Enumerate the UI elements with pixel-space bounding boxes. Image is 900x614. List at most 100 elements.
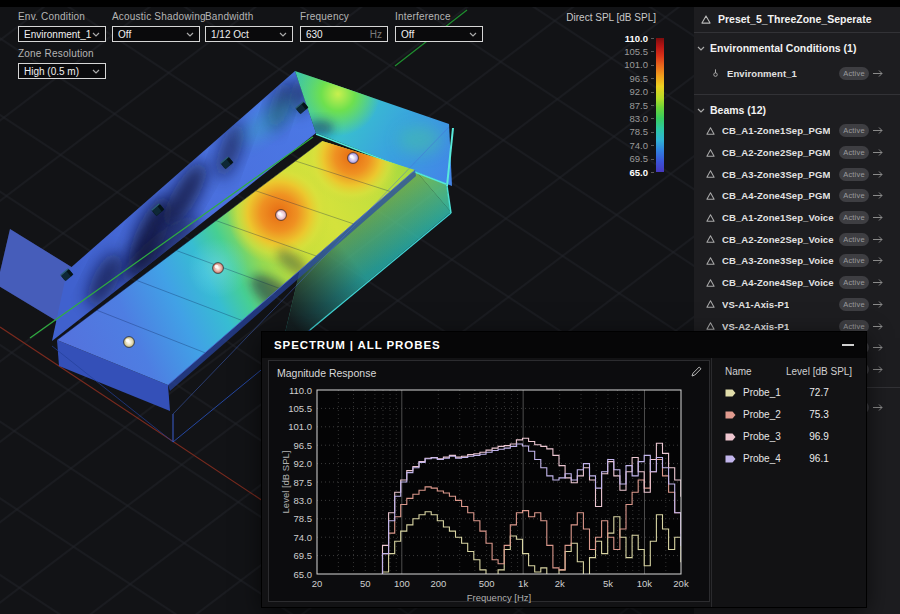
probe-row[interactable]: Probe_4 96.1 [712,448,866,470]
sidebar-item[interactable]: CB_A4-Zone4Sep_PGMActive [694,185,900,207]
sidebar-item[interactable]: VS-A1-Axis-P1Active [694,294,900,316]
active-badge[interactable]: Active [839,211,869,224]
active-badge[interactable]: Active [839,124,869,137]
beam-icon [706,322,715,330]
arrow-right-icon[interactable] [873,365,884,374]
spectrum-panel-titlebar[interactable]: SPECTRUM | ALL PROBES [262,332,866,358]
active-badge[interactable]: Active [839,276,869,289]
edit-icon[interactable] [691,366,702,377]
arrow-right-icon[interactable] [873,322,884,331]
probe-row[interactable]: Probe_3 96.9 [712,426,866,448]
svg-text:83.0: 83.0 [294,495,313,506]
active-badge[interactable]: Active [839,67,869,80]
arrow-right-icon[interactable] [873,191,884,200]
svg-text:74.0: 74.0 [294,532,313,543]
chevron-down-icon [92,32,100,37]
active-badge[interactable]: Active [839,168,869,181]
svg-text:5k: 5k [603,578,613,589]
arrow-right-icon[interactable] [873,256,884,265]
toolbar: Env. Condition Environment_1 Acoustic Sh… [0,11,560,101]
active-badge[interactable]: Active [839,254,869,267]
svg-text:105.5: 105.5 [288,403,312,414]
minimize-icon[interactable] [842,344,854,346]
sidebar-item[interactable]: CB_A1-Zone1Sep_VoiceActive [694,207,900,229]
zone-resolution-label: Zone Resolution [18,48,106,59]
sidebar-item[interactable]: CB_A2-Zone2Sep_VoiceActive [694,228,900,250]
color-scale-tickmark [651,65,654,66]
acoustic-shadowing-field: Acoustic Shadowing Off [112,11,206,42]
arrow-right-icon[interactable] [873,300,884,309]
probe-flag-icon [725,411,736,419]
svg-text:20: 20 [312,578,323,589]
arrow-right-icon[interactable] [873,213,884,222]
probe-name: Probe_1 [743,387,781,398]
sidebar-item[interactable]: CB_A2-Zone2Sep_PGMActive [694,142,900,164]
env-condition-label: Env. Condition [18,11,106,22]
environment-icon [711,69,720,77]
arrow-right-icon[interactable] [873,235,884,244]
color-scale-tick: 92.0 [578,86,648,97]
arrow-right-icon[interactable] [873,126,884,135]
arrow-right-icon[interactable] [873,403,884,412]
active-badge[interactable]: Active [839,146,869,159]
probe-row[interactable]: Probe_1 72.7 [712,382,866,404]
chevron-down-icon [697,108,705,113]
probe-flag-icon [725,433,736,441]
color-scale-tickmark [651,51,654,52]
svg-text:10k: 10k [637,578,653,589]
color-scale-tick: 110.0 [578,33,648,44]
svg-text:Level [dB SPL]: Level [dB SPL] [280,451,291,514]
beam-icon [706,170,715,178]
active-badge[interactable]: Active [839,298,869,311]
sidebar-item[interactable]: CB_A1-Zone1Sep_PGMActive [694,120,900,142]
probe-name: Probe_2 [743,409,781,420]
bandwidth-select[interactable]: 1/12 Oct [205,26,293,42]
probe-level: 75.3 [786,409,852,420]
zone-resolution-select[interactable]: High (0.5 m) [18,63,106,79]
beam-icon [706,235,715,243]
interference-field: Interference Off [395,11,483,42]
color-scale-tick: 78.5 [578,126,648,137]
preset-icon [701,15,711,24]
arrow-right-icon[interactable] [873,170,884,179]
arrow-right-icon[interactable] [873,69,884,78]
section-beams[interactable]: Beams (12) [694,95,900,116]
probe-row[interactable]: Probe_2 75.3 [712,404,866,426]
svg-text:500: 500 [479,578,495,589]
env-condition-select[interactable]: Environment_1 [18,26,106,42]
section-environmental-conditions[interactable]: Environmental Conditions (1) [694,33,900,54]
probe-marker-1 [124,337,135,348]
spectrum-panel: SPECTRUM | ALL PROBES Magnitude Response… [262,332,866,607]
sidebar-item[interactable]: CB_A3-Zone3Sep_VoiceActive [694,250,900,272]
chart-subtitle: Magnitude Response [277,367,376,379]
probe-table: Name Level [dB SPL] Probe_1 72.7 Probe_2… [711,358,866,607]
sidebar-item[interactable]: Environment_1Active [694,62,900,84]
frequency-input[interactable]: 630 Hz [300,26,388,42]
sidebar-item[interactable]: CB_A3-Zone3Sep_PGMActive [694,163,900,185]
frequency-unit: Hz [370,29,382,40]
beam-icon [706,279,715,287]
arrow-right-icon[interactable] [873,343,884,352]
acoustic-shadowing-select[interactable]: Off [112,26,200,42]
probe-flag-icon [725,455,736,463]
probe-table-header-name: Name [725,366,752,377]
active-badge[interactable]: Active [839,320,869,333]
active-badge[interactable]: Active [839,233,869,246]
arrow-right-icon[interactable] [873,148,884,157]
chevron-down-icon [279,32,287,37]
beam-icon [706,257,715,265]
arrow-right-icon[interactable] [873,278,884,287]
chevron-down-icon [697,46,705,51]
preset-name: Preset_5_ThreeZone_Seperate [718,13,872,25]
sidebar-item[interactable]: CB_A4-Zone4Sep_VoiceActive [694,272,900,294]
color-scale-tickmark [651,92,654,93]
active-badge[interactable]: Active [839,189,869,202]
interference-select[interactable]: Off [395,26,483,42]
frequency-label: Frequency [300,11,388,22]
svg-text:92.0: 92.0 [294,458,313,469]
color-scale-tickmark [651,145,654,146]
color-scale-tickmark [651,172,654,173]
bandwidth-field: Bandwidth 1/12 Oct [205,11,293,42]
svg-text:Frequency [Hz]: Frequency [Hz] [467,592,531,603]
probe-name: Probe_4 [743,453,781,464]
